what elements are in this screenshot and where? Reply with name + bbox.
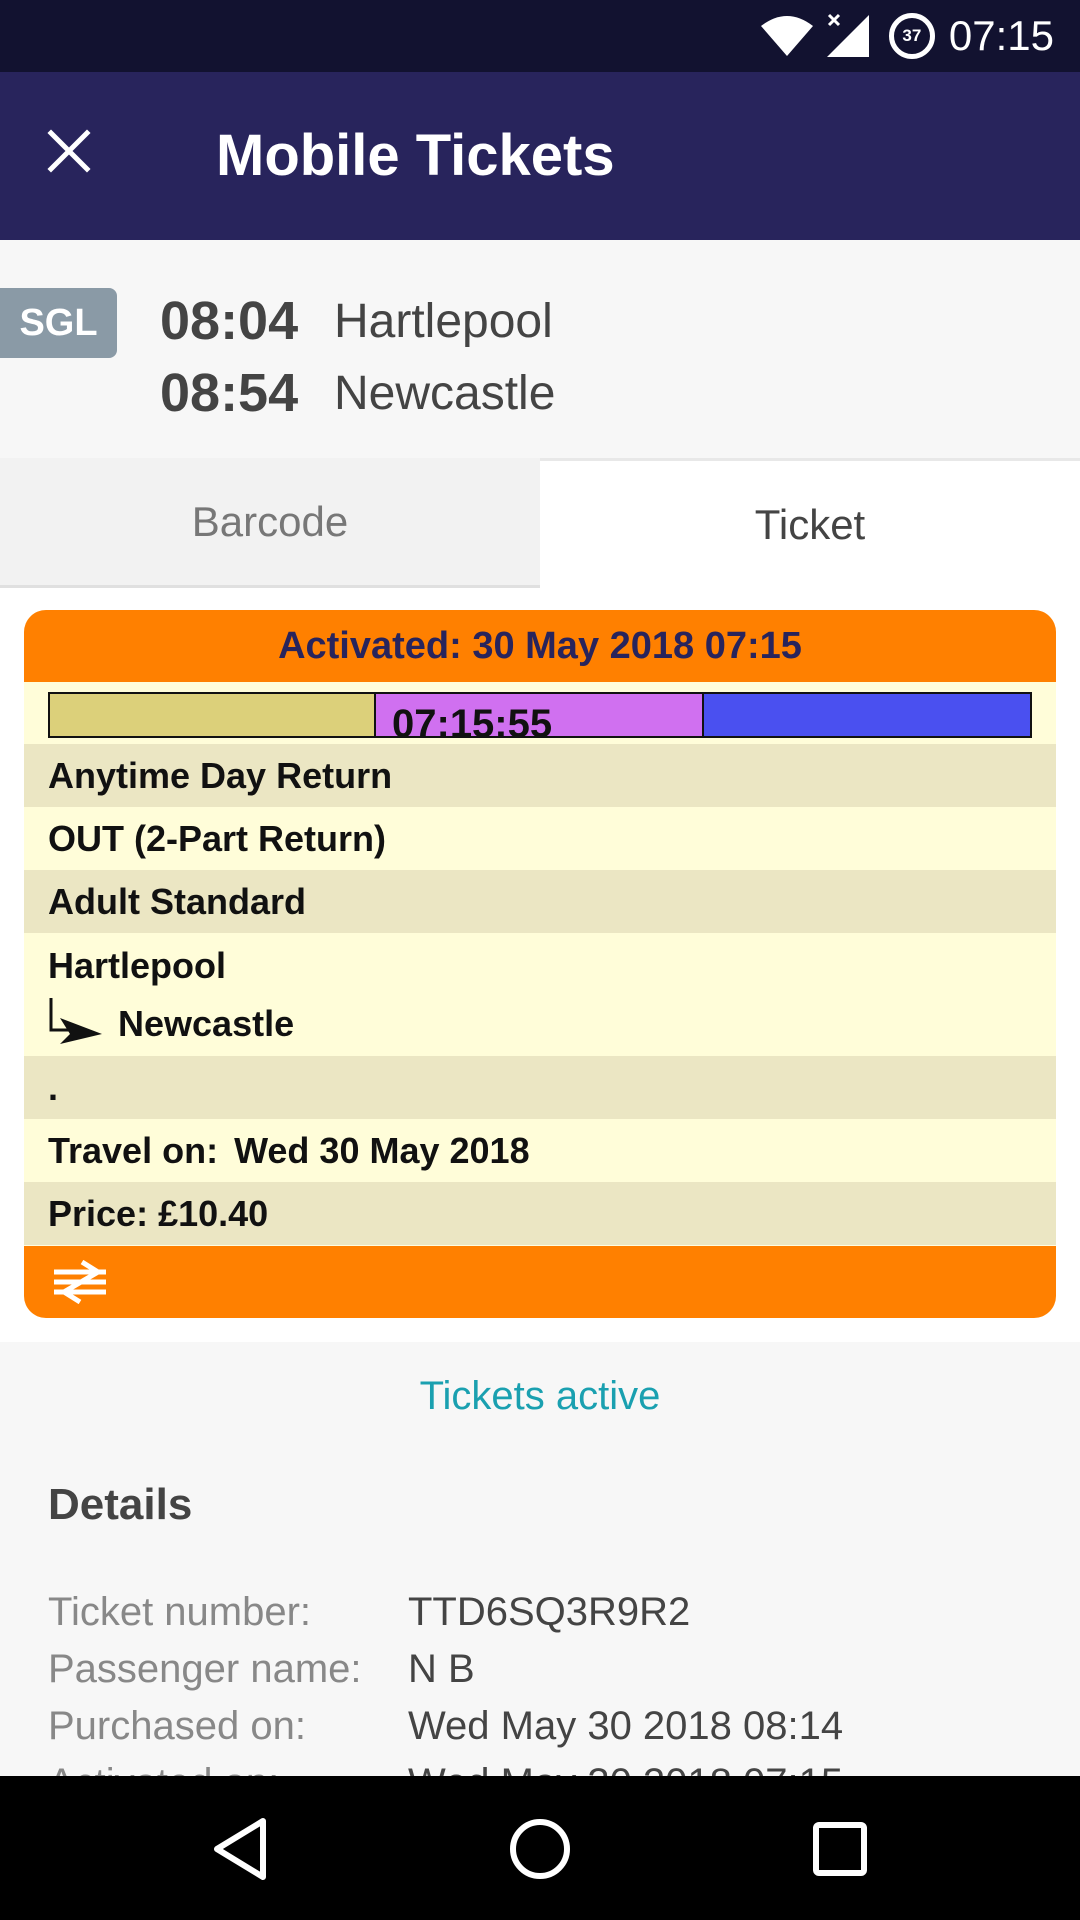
detail-row-purchased-on: Purchased on: Wed May 30 2018 08:14	[48, 1704, 843, 1749]
arrival-station: Newcastle	[334, 366, 556, 420]
details-section: Tickets active Details Ticket number: TT…	[0, 1342, 1080, 1805]
detail-label: Ticket number:	[48, 1590, 312, 1634]
ticket-footer	[24, 1246, 1056, 1318]
ticket-panel: Activated: 30 May 2018 07:15 07:15:55 An…	[0, 588, 1080, 1342]
back-button[interactable]	[196, 1804, 286, 1894]
ticket-direction: OUT (2-Part Return)	[48, 817, 387, 859]
battery-icon: 37	[888, 13, 935, 59]
passenger-type: Adult Standard	[48, 880, 306, 922]
ticket-type: Anytime Day Return	[48, 754, 393, 796]
home-button[interactable]	[495, 1804, 585, 1894]
close-icon	[47, 129, 91, 173]
detail-value: TTD6SQ3R9R2	[408, 1590, 691, 1634]
signal-icon	[825, 13, 873, 59]
details-heading: Details	[48, 1480, 193, 1529]
departure-time: 08:04	[160, 291, 299, 351]
timer-clock: 07:15:55	[392, 702, 553, 746]
passenger-type-row: Adult Standard	[24, 870, 1056, 933]
tab-barcode[interactable]: Barcode	[0, 458, 540, 588]
travel-on-label: Travel on:	[48, 1129, 219, 1171]
price-value: £10.40	[158, 1192, 269, 1234]
national-rail-logo-icon	[52, 1259, 108, 1309]
detail-row-passenger-name: Passenger name: N B	[48, 1647, 475, 1692]
recents-icon	[813, 1822, 867, 1876]
tab-bar: Barcode Ticket	[0, 458, 1080, 588]
travel-on-value: Wed 30 May 2018	[234, 1129, 530, 1171]
close-button[interactable]	[26, 108, 112, 194]
recents-button[interactable]	[795, 1804, 885, 1894]
ticket-type-row: Anytime Day Return	[24, 744, 1056, 807]
activated-header: Activated: 30 May 2018 07:15	[24, 610, 1056, 682]
back-icon	[214, 1818, 266, 1880]
destination-station: Newcastle	[118, 1003, 295, 1044]
wifi-icon	[759, 14, 815, 58]
travel-date-row: Travel on: Wed 30 May 2018	[24, 1119, 1056, 1182]
ticket-card: Activated: 30 May 2018 07:15 07:15:55 An…	[24, 610, 1056, 1318]
departure-row: 08:04 Hartlepool	[160, 290, 553, 352]
arrival-row: 08:54 Newcastle	[160, 362, 555, 424]
route-arrow-icon	[48, 996, 118, 1053]
journey-summary: SGL 08:04 Hartlepool 08:54 Newcastle	[0, 240, 1080, 458]
direction-row: OUT (2-Part Return)	[24, 807, 1056, 870]
status-bar: 37 07:15	[0, 0, 1080, 72]
departure-station: Hartlepool	[334, 294, 553, 348]
detail-value: Wed May 30 2018 08:14	[408, 1704, 844, 1748]
app-bar: Mobile Tickets	[0, 72, 1080, 240]
route-stations-row: Hartlepool Newcastle	[24, 933, 1056, 1056]
status-bar-time: 07:15	[948, 12, 1054, 59]
detail-label: Passenger name:	[48, 1647, 362, 1691]
price-row: Price: £10.40	[24, 1182, 1056, 1245]
origin-station: Hartlepool	[48, 945, 227, 986]
tickets-active-link[interactable]: Tickets active	[0, 1374, 1080, 1419]
detail-label: Purchased on:	[48, 1704, 306, 1748]
arrival-time: 08:54	[160, 363, 299, 423]
timer-segment-3	[704, 694, 1030, 736]
animated-timer-bar: 07:15:55	[48, 692, 1032, 746]
route-row: .	[24, 1056, 1056, 1119]
tab-ticket[interactable]: Ticket	[540, 458, 1080, 588]
price-label: Price:	[48, 1192, 149, 1234]
home-icon	[510, 1819, 570, 1879]
navigation-bar	[0, 1776, 1080, 1920]
timer-segment-1	[50, 694, 376, 736]
detail-row-ticket-number: Ticket number: TTD6SQ3R9R2	[48, 1590, 690, 1635]
page-title: Mobile Tickets	[216, 123, 615, 188]
timer-row: 07:15:55	[24, 682, 1056, 746]
detail-value: N B	[408, 1647, 475, 1691]
route-text: .	[48, 1066, 59, 1108]
ticket-class-badge: SGL	[0, 288, 117, 358]
